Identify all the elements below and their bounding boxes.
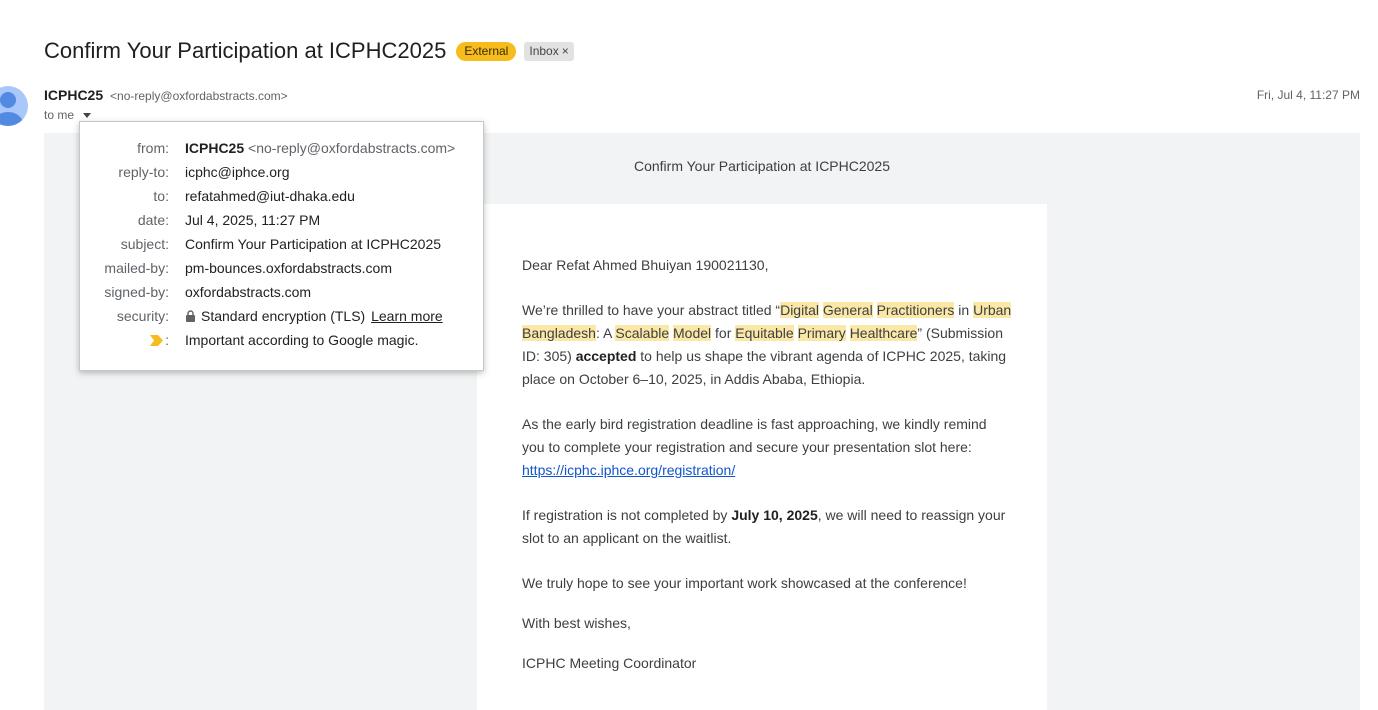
title-word: : A (595, 325, 616, 341)
email-header-title: Confirm Your Participation at ICPHC2025 (633, 158, 891, 174)
accepted-word: accepted (575, 348, 637, 364)
title-word: Digital (780, 302, 819, 318)
registration-link[interactable]: https://icphc.iphce.org/registration/ (522, 462, 735, 478)
paragraph-hope: We truly hope to see your important work… (522, 575, 967, 591)
p1-before: We’re thrilled to have your abstract tit… (522, 302, 781, 318)
learn-more-link[interactable]: Learn more (371, 308, 443, 324)
date-label: date: (137, 212, 169, 228)
signature: ICPHC Meeting Coordinator (522, 655, 697, 671)
closing: With best wishes, (522, 615, 631, 631)
paragraph-registration: As the early bird registration deadline … (522, 413, 1012, 482)
deadline-date: July 10, 2025 (731, 507, 818, 523)
from-value: ICPHC25 <no-reply@oxfordabstracts.com> (185, 136, 455, 160)
details-row-security: security: Standard encryption (TLS) Lear… (80, 304, 455, 328)
details-row-signedby: signed-by: oxfordabstracts.com (80, 280, 455, 304)
signedby-label: signed-by: (104, 284, 169, 300)
importance-label: : (165, 332, 169, 348)
from-email: <no-reply@oxfordabstracts.com> (248, 140, 456, 156)
email-body: Dear Refat Ahmed Bhuiyan 190021130, We’r… (522, 254, 1012, 692)
email-date: Fri, Jul 4, 11:27 PM (1256, 88, 1360, 102)
security-label: security: (116, 308, 169, 324)
title-word: Primary (797, 325, 846, 341)
details-table: from: ICPHC25 <no-reply@oxfordabstracts.… (80, 136, 455, 353)
remove-label-icon[interactable]: × (562, 44, 569, 59)
subject-row: Confirm Your Participation at ICPHC2025 … (44, 36, 574, 66)
inbox-label-text: Inbox (529, 43, 559, 58)
greeting: Dear Refat Ahmed Bhuiyan 190021130, (522, 257, 769, 273)
from-label: from: (137, 140, 169, 156)
to-label: to: (153, 188, 169, 204)
details-row-from: from: ICPHC25 <no-reply@oxfordabstracts.… (80, 136, 455, 160)
sender-email: <no-reply@oxfordabstracts.com> (110, 89, 288, 103)
details-row-importance: : Important according to Google magic. (80, 328, 455, 353)
p3-before: If registration is not completed by (522, 507, 732, 523)
subject-value: Confirm Your Participation at ICPHC2025 (185, 236, 442, 252)
details-row-mailedby: mailed-by: pm-bounces.oxfordabstracts.co… (80, 256, 455, 280)
replyto-label: reply-to: (118, 164, 169, 180)
details-row-date: date: Jul 4, 2025, 11:27 PM (80, 208, 455, 232)
to-value: refatahmed@iut-dhaka.edu (185, 188, 355, 204)
show-details-icon[interactable] (83, 112, 92, 118)
signedby-value: oxfordabstracts.com (185, 284, 312, 300)
title-word: General (822, 302, 873, 318)
title-word: Model (673, 325, 712, 341)
date-value: Jul 4, 2025, 11:27 PM (185, 212, 321, 228)
title-word: for (715, 325, 732, 341)
lock-icon (186, 310, 195, 322)
details-row-to: to: refatahmed@iut-dhaka.edu (80, 184, 455, 208)
title-word: Healthcare (849, 325, 918, 341)
importance-value: Important according to Google magic. (185, 332, 419, 349)
sender-avatar[interactable] (0, 86, 28, 126)
details-row-subject: subject: Confirm Your Participation at I… (80, 232, 455, 256)
title-word: Bangladesh (522, 325, 596, 341)
paragraph-abstract: We’re thrilled to have your abstract tit… (522, 299, 1012, 391)
person-icon (0, 92, 23, 126)
importance-label-cell: : (80, 328, 185, 353)
mailedby-value: pm-bounces.oxfordabstracts.com (185, 260, 392, 276)
sender-name[interactable]: ICPHC25 (44, 87, 103, 103)
title-word: in (958, 302, 970, 318)
message-details-popup: from: ICPHC25 <no-reply@oxfordabstracts.… (79, 121, 484, 371)
details-row-replyto: reply-to: icphc@iphce.org (80, 160, 455, 184)
recipient-short: to me (44, 108, 75, 122)
subject-label: subject: (120, 236, 169, 252)
title-word: Urban (973, 302, 1012, 318)
title-word: Practitioners (876, 302, 955, 318)
importance-marker-icon (150, 334, 164, 346)
recipient-line: to me (44, 108, 92, 122)
from-name: ICPHC25 (185, 140, 245, 156)
sender-line: ICPHC25 <no-reply@oxfordabstracts.com> (44, 87, 288, 103)
title-word: Equitable (735, 325, 794, 341)
p2-text: As the early bird registration deadline … (522, 416, 987, 455)
mailedby-label: mailed-by: (104, 260, 169, 276)
inbox-label[interactable]: Inbox × (524, 41, 574, 61)
security-value: Standard encryption (TLS) Learn more (185, 304, 455, 328)
email-card: Dear Refat Ahmed Bhuiyan 190021130, We’r… (477, 204, 1047, 710)
paragraph-deadline: If registration is not completed by July… (522, 504, 1012, 550)
email-subject: Confirm Your Participation at ICPHC2025 (44, 38, 447, 63)
title-word: Scalable (615, 325, 670, 341)
security-text: Standard encryption (TLS) (201, 308, 366, 324)
replyto-value: icphc@iphce.org (185, 164, 290, 180)
external-badge: External (456, 41, 517, 61)
